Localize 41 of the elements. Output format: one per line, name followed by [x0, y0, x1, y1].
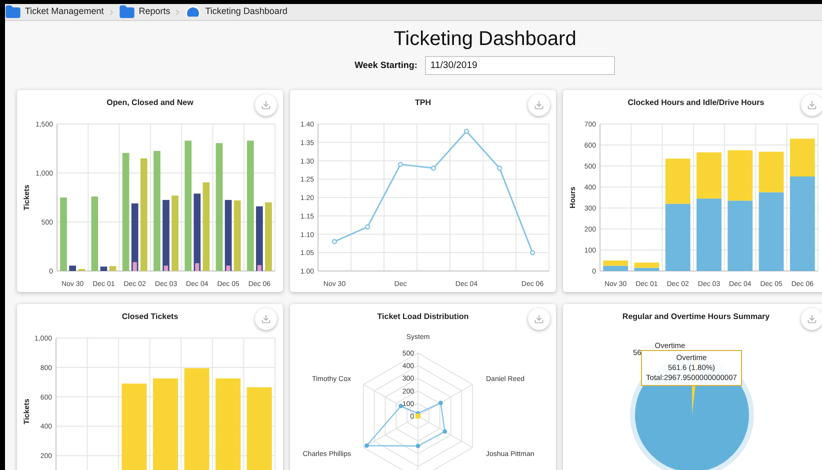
bar	[100, 266, 108, 271]
download-icon	[261, 100, 271, 110]
data-point	[416, 414, 420, 418]
download-icon	[534, 314, 544, 324]
download-button[interactable]	[801, 94, 822, 116]
date-field[interactable]: 11/30/2019	[425, 56, 616, 75]
bar	[265, 202, 272, 271]
data-point	[430, 166, 436, 171]
card-title: Clocked Hours and Idle/Drive Hours	[628, 97, 764, 109]
bar	[69, 266, 76, 271]
card-title: Ticket Load Distribution	[377, 311, 469, 323]
card-title: Open, Closed and New	[106, 97, 194, 109]
breadcrumb-link[interactable]: Ticket Management	[5, 4, 104, 20]
download-icon	[807, 314, 817, 324]
download-button[interactable]	[528, 94, 550, 116]
bar	[728, 200, 753, 271]
field-label: Week Starting:	[354, 58, 418, 72]
card-title: TPH	[415, 97, 431, 109]
data-point	[332, 239, 338, 244]
data-point	[530, 250, 536, 256]
download-icon	[261, 314, 271, 324]
folder-icon	[5, 4, 21, 20]
download-button[interactable]	[528, 308, 550, 330]
download-icon	[807, 100, 817, 110]
folder-icon	[118, 4, 135, 20]
card-title: Regular and Overtime Hours Summary	[622, 311, 770, 323]
data-point	[496, 166, 502, 171]
data-point	[464, 128, 470, 134]
page-title: Ticketing Dashboard	[392, 27, 578, 51]
bar	[109, 266, 116, 271]
breadcrumb-link[interactable]: Ticketing Dashboard	[185, 4, 288, 20]
card-title: Closed Tickets	[122, 311, 178, 323]
data-point	[398, 162, 404, 168]
bar	[728, 150, 753, 201]
download-icon	[534, 100, 544, 110]
download-button[interactable]	[255, 94, 277, 116]
download-button[interactable]	[801, 308, 822, 330]
download-button[interactable]	[255, 308, 277, 330]
bar	[234, 200, 241, 271]
breadcrumb-link[interactable]: Reports	[118, 4, 170, 20]
data-point	[364, 224, 370, 230]
